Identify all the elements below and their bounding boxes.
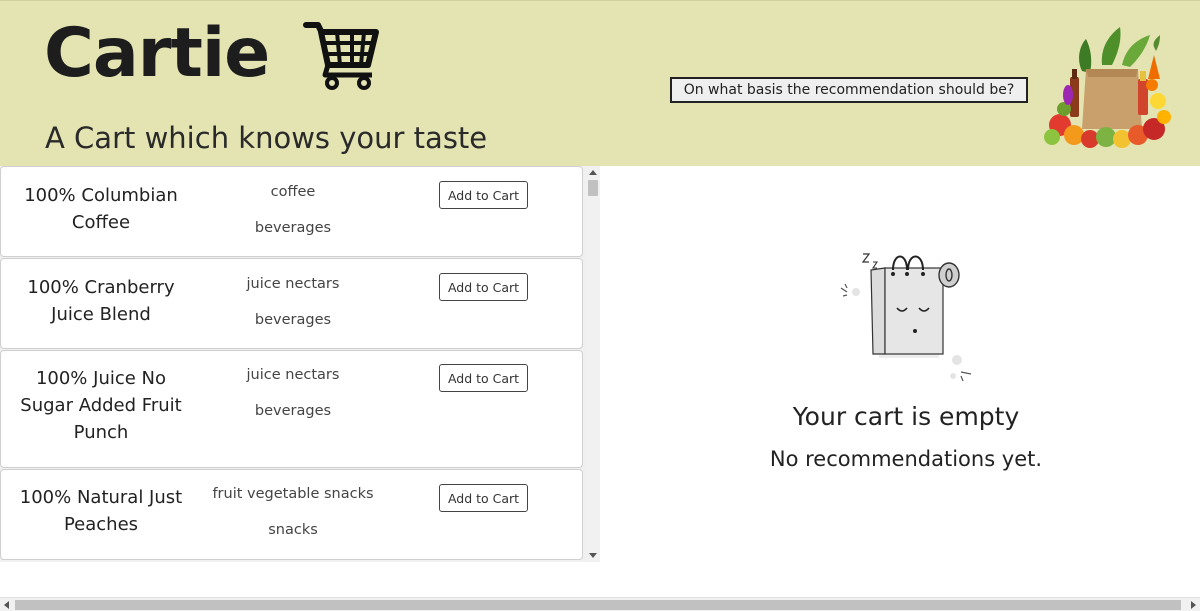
horizontal-scrollbar[interactable] [0,597,1200,611]
app-title: Cartie [44,14,270,93]
add-to-cart-button[interactable]: Add to Cart [439,273,528,301]
product-department: beverages [254,220,332,236]
add-to-cart-button[interactable]: Add to Cart [439,181,528,209]
product-department: beverages [254,312,332,328]
product-department: snacks [268,522,318,538]
product-card: 100% Juice No Sugar Added Fruit Punch ju… [0,350,583,468]
product-list[interactable]: 100% Columbian Coffee coffee beverages A… [0,166,600,562]
grocery-bag-illustration [1044,27,1171,148]
product-aisle: juice nectars [246,276,340,292]
scroll-up-arrow-icon[interactable] [589,170,597,175]
no-recommendations-text: No recommendations yet. [769,447,1043,471]
product-aisle: fruit vegetable snacks [212,486,374,502]
empty-cart-bag-illustration [840,253,972,382]
empty-cart-title: Your cart is empty [792,402,1020,431]
product-name: 100% Columbian Coffee [24,185,178,233]
product-list-scrollbar[interactable] [586,166,600,562]
product-aisle: coffee [270,184,316,200]
add-to-cart-button[interactable]: Add to Cart [439,484,528,512]
product-name: 100% Juice No Sugar Added Fruit Punch [20,368,182,443]
scroll-right-arrow-icon[interactable] [1191,601,1196,609]
product-name: 100% Natural Just Peaches [19,487,183,535]
recommendation-basis-button[interactable]: On what basis the recommendation should … [670,77,1028,103]
add-to-cart-button[interactable]: Add to Cart [439,364,528,392]
tagline: A Cart which knows your taste [45,121,488,155]
product-card: 100% Columbian Coffee coffee beverages A… [0,166,583,257]
product-card: 100% Cranberry Juice Blend juice nectars… [0,258,583,349]
header: Cartie A Cart which knows your taste On … [0,0,1200,166]
product-name: 100% Cranberry Juice Blend [27,277,175,325]
shopping-cart-icon [303,22,379,90]
scrollbar-thumb[interactable] [588,180,598,196]
horizontal-scrollbar-thumb[interactable] [15,600,1181,610]
product-card: 100% Natural Just Peaches fruit vegetabl… [0,469,583,560]
product-department: beverages [254,403,332,419]
scroll-left-arrow-icon[interactable] [4,601,9,609]
scroll-down-arrow-icon[interactable] [589,553,597,558]
product-aisle: juice nectars [246,367,340,383]
